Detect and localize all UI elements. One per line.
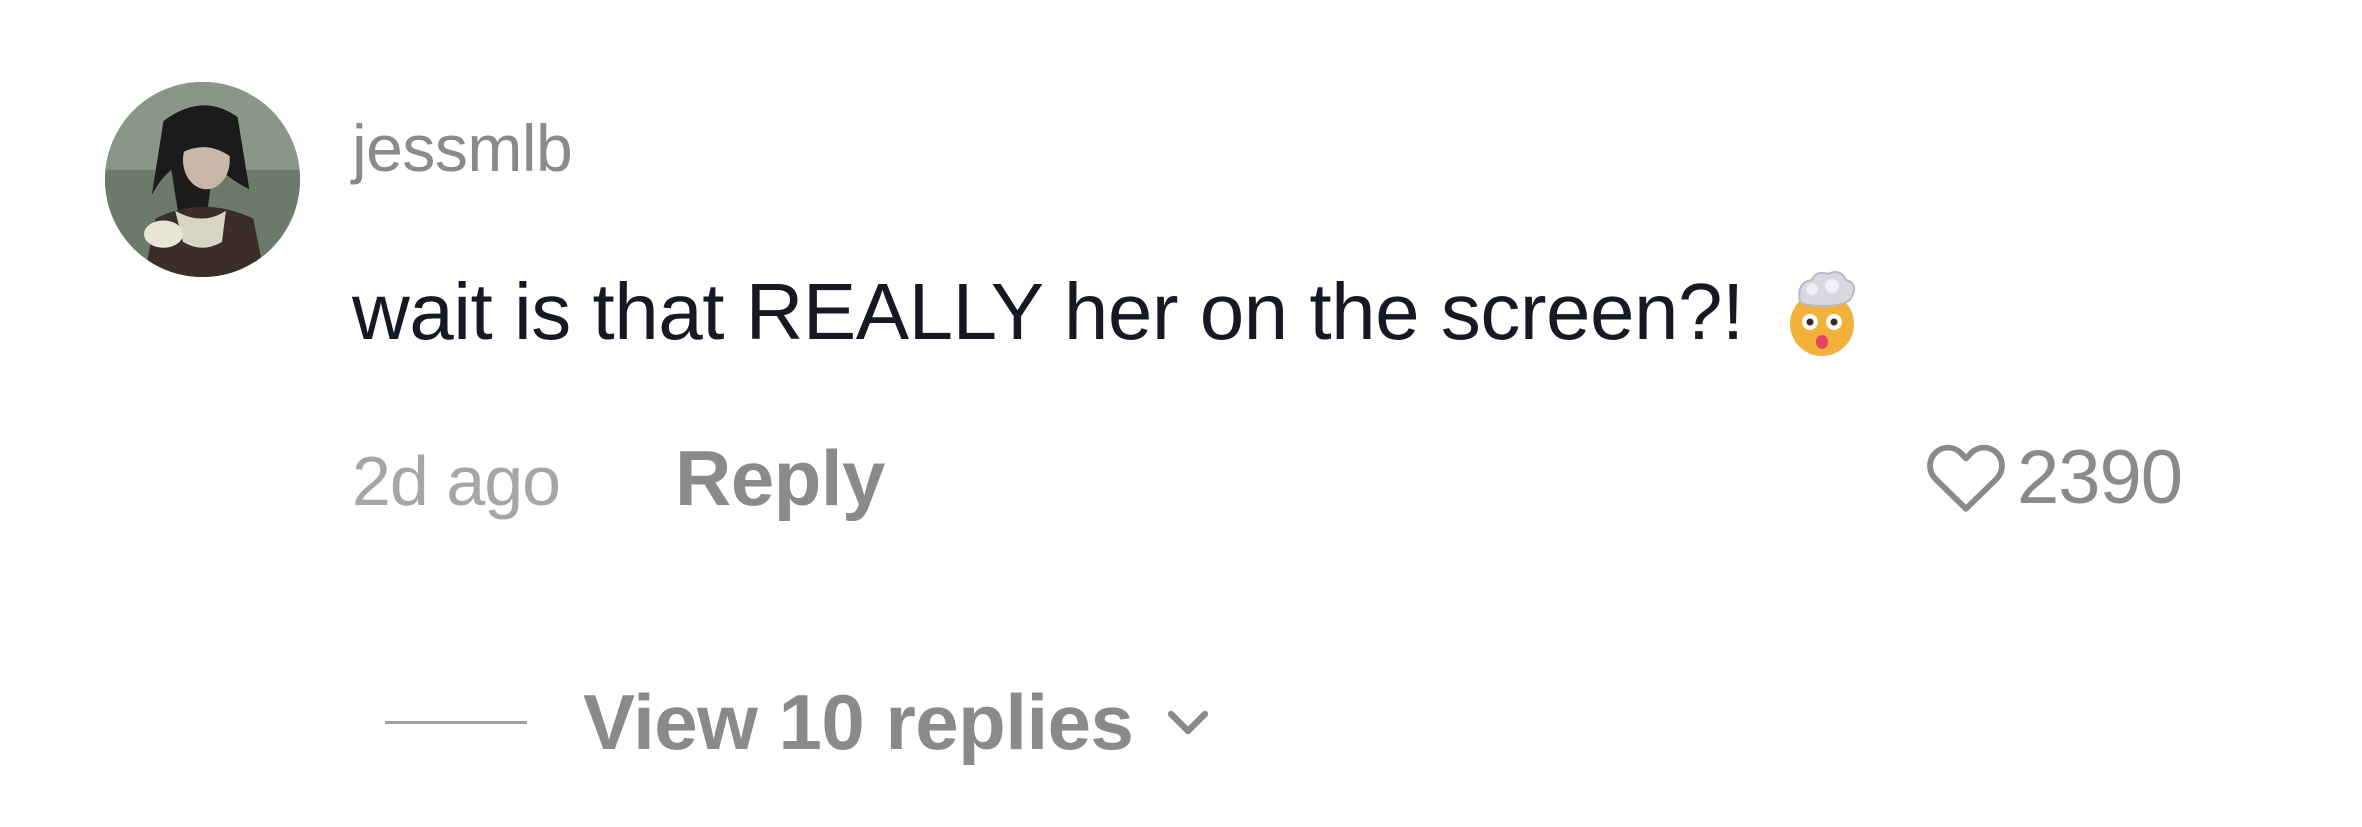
comment-item: jessmlb wait is that REALLY her on the s… (0, 0, 2362, 827)
view-replies-button[interactable]: View 10 replies (385, 672, 1215, 772)
chevron-down-icon (1168, 710, 1209, 735)
replies-divider (385, 720, 527, 724)
username[interactable]: jessmlb (352, 108, 573, 188)
avatar[interactable] (105, 82, 300, 277)
heart-outline-icon (1927, 444, 2005, 512)
like-count: 2390 (2017, 435, 2183, 520)
comment-text: wait is that REALLY her on the screen?! (352, 267, 1744, 356)
avatar-image (105, 82, 300, 277)
view-replies-label: View 10 replies (583, 678, 1134, 766)
like-button[interactable]: 2390 (1925, 432, 2183, 524)
exploding-head-icon (1772, 262, 1872, 362)
timestamp: 2d ago (352, 442, 561, 520)
comment-body: wait is that REALLY her on the screen?! (352, 262, 1872, 362)
reply-button[interactable]: Reply (675, 432, 885, 524)
